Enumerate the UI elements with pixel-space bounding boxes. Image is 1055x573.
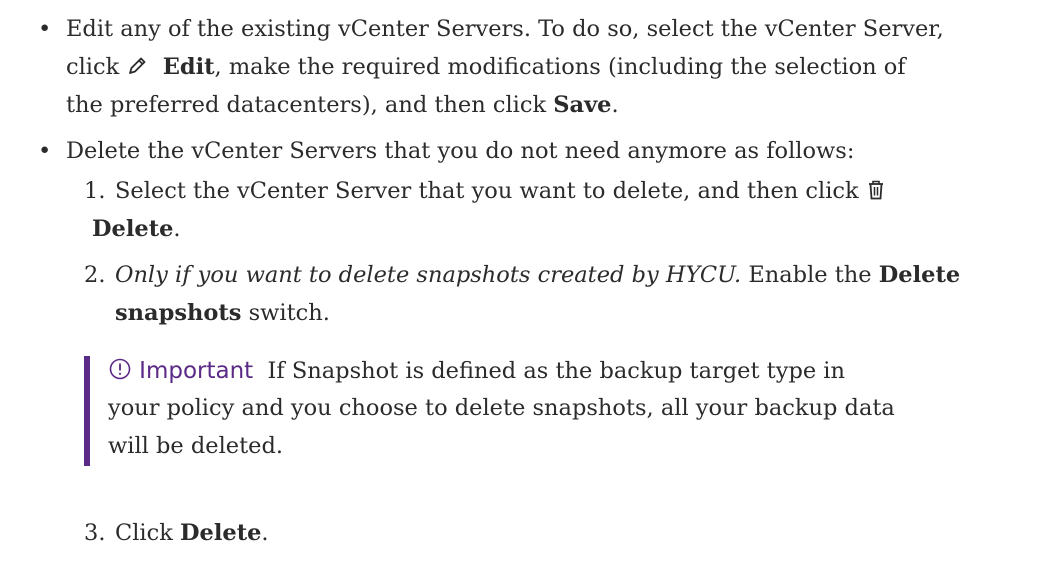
important-callout-line3: will be deleted. bbox=[108, 433, 284, 459]
step-number: 1. bbox=[84, 178, 106, 204]
conditional-note: Only if you want to delete snapshots cre… bbox=[115, 262, 742, 288]
step-number: 3. bbox=[84, 520, 106, 546]
step3-line1: Click Delete. bbox=[115, 520, 269, 546]
bullet-dot: • bbox=[38, 138, 52, 164]
bullet1-line2: click Edit, make the required modificati… bbox=[66, 52, 906, 85]
important-callout-line1: Important If Snapshot is defined as the … bbox=[108, 356, 845, 389]
trash-icon bbox=[866, 179, 886, 209]
delete-label: Delete bbox=[92, 216, 174, 242]
exclamation-circle-icon bbox=[108, 357, 132, 389]
important-label: Important bbox=[139, 358, 254, 384]
step1-line2: Delete. bbox=[92, 216, 181, 242]
pencil-icon bbox=[126, 55, 148, 85]
bullet1-line1: Edit any of the existing vCenter Servers… bbox=[66, 16, 944, 42]
step2-line1: Only if you want to delete snapshots cre… bbox=[115, 262, 961, 288]
save-label: Save bbox=[553, 92, 612, 118]
edit-label: Edit bbox=[162, 54, 215, 80]
important-callout-line2: your policy and you choose to delete sna… bbox=[108, 395, 895, 421]
delete-snapshots-label-1: Delete bbox=[878, 262, 961, 288]
step2-line2: snapshots switch. bbox=[115, 300, 330, 326]
important-callout-bar bbox=[84, 356, 90, 466]
bullet2-line1: Delete the vCenter Servers that you do n… bbox=[66, 138, 855, 164]
step1-line1: Select the vCenter Server that you want … bbox=[115, 176, 886, 209]
delete-snapshots-label-2: snapshots bbox=[115, 300, 242, 326]
bullet1-line3: the preferred datacenters), and then cli… bbox=[66, 92, 619, 118]
bullet-dot: • bbox=[38, 16, 52, 42]
step-number: 2. bbox=[84, 262, 106, 288]
delete-label: Delete bbox=[180, 520, 262, 546]
